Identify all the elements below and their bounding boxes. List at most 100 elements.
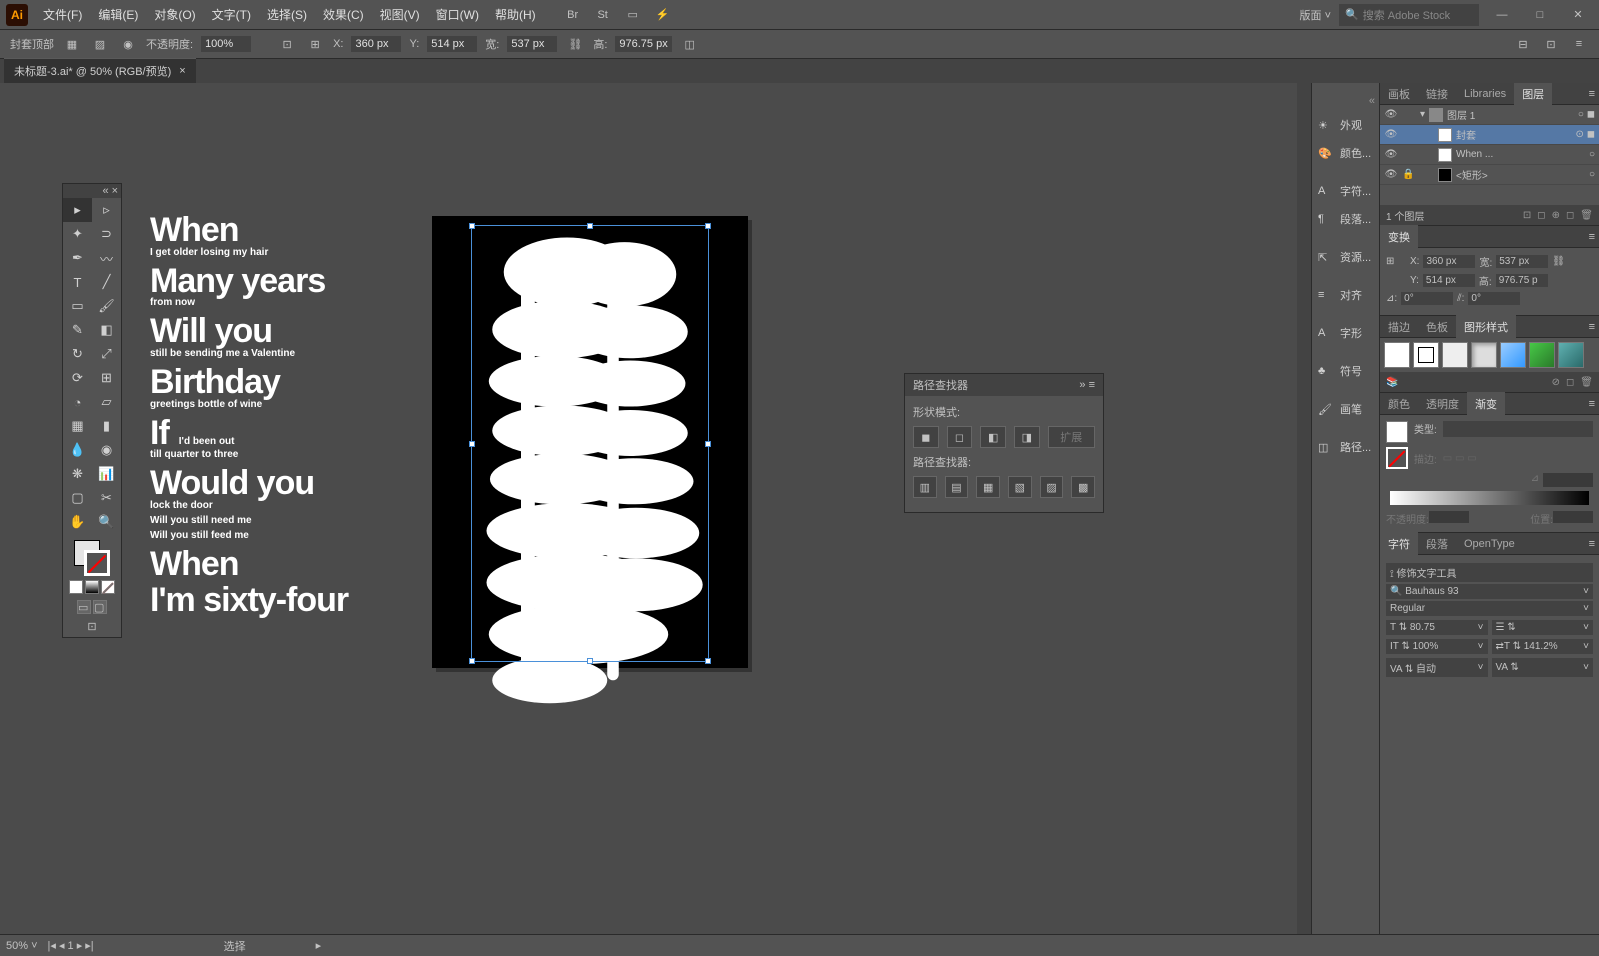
layer-row[interactable]: 👁封套⊙ ◼: [1380, 125, 1599, 145]
menu-view[interactable]: 视图(V): [373, 2, 427, 27]
delete-layer-icon[interactable]: 🗑: [1580, 210, 1593, 221]
reference-point-widget[interactable]: ⊞: [1386, 256, 1406, 267]
delete-style-icon[interactable]: 🗑: [1580, 377, 1593, 388]
selection-tool[interactable]: ▸: [63, 198, 92, 222]
lasso-tool[interactable]: ⊃: [92, 222, 121, 246]
line-tool[interactable]: ╱: [92, 270, 121, 294]
rotate-input[interactable]: 0°: [1401, 292, 1453, 305]
pf-menu-icon[interactable]: ≡: [1089, 379, 1095, 391]
color-panel-button[interactable]: 🎨颜色...: [1312, 139, 1379, 167]
tab-gradient[interactable]: 渐变: [1467, 392, 1505, 416]
tab-libraries[interactable]: Libraries: [1456, 84, 1514, 104]
search-stock[interactable]: 🔍 搜索 Adobe Stock: [1339, 4, 1479, 26]
new-layer-icon[interactable]: ◻: [1566, 210, 1574, 221]
status-arrow-icon[interactable]: ▸: [316, 939, 322, 952]
tab-artboards[interactable]: 画板: [1380, 83, 1418, 106]
visibility-icon[interactable]: 👁: [1384, 129, 1398, 140]
fill-stroke-swatch[interactable]: [74, 540, 110, 576]
new-sublayer-icon[interactable]: ⊕: [1552, 210, 1560, 221]
shear-input[interactable]: 0°: [1468, 292, 1520, 305]
align-panel-button[interactable]: ≡对齐: [1312, 281, 1379, 309]
touch-type-button[interactable]: ⟟ 修饰文字工具: [1386, 563, 1593, 582]
graphic-style-item[interactable]: [1558, 342, 1584, 368]
recolor-icon[interactable]: ◉: [118, 34, 138, 54]
type-tool[interactable]: T: [63, 270, 92, 294]
transform-menu-icon[interactable]: ≡: [1585, 231, 1599, 243]
graphic-style-item[interactable]: [1413, 342, 1439, 368]
width-tool[interactable]: ⟳: [63, 366, 92, 390]
transform-w-input[interactable]: 537 px: [1496, 255, 1548, 268]
stroke-grad-option-icon[interactable]: ▭ ▭ ▭: [1443, 453, 1477, 464]
maximize-button[interactable]: □: [1525, 5, 1555, 25]
align-icon[interactable]: ⊟: [1513, 34, 1533, 54]
leading-input[interactable]: ☰ ⇅˅: [1492, 620, 1594, 635]
layer-row[interactable]: 👁▾图层 1○ ◼: [1380, 105, 1599, 125]
graphic-style-item[interactable]: [1384, 342, 1410, 368]
pathfinder-panel-button[interactable]: ◫路径...: [1312, 433, 1379, 461]
grad-angle-input[interactable]: [1543, 473, 1593, 487]
graphic-style-item[interactable]: [1529, 342, 1555, 368]
tracking-input[interactable]: VA ⇅˅: [1492, 658, 1594, 677]
reference-point-icon[interactable]: ⊞: [305, 34, 325, 54]
menu-type[interactable]: 文字(T): [205, 2, 258, 27]
pf-collapse-icon[interactable]: »: [1079, 379, 1085, 391]
constrain-icon[interactable]: ◫: [680, 34, 700, 54]
new-style-icon[interactable]: ◻: [1566, 377, 1574, 388]
menu-window[interactable]: 窗口(W): [429, 2, 486, 27]
menu-select[interactable]: 选择(S): [260, 2, 314, 27]
visibility-icon[interactable]: 👁: [1384, 149, 1398, 160]
strip-collapse-icon[interactable]: «: [1312, 95, 1379, 111]
blend-tool[interactable]: ◉: [92, 438, 121, 462]
symbol-sprayer-tool[interactable]: ❋: [63, 462, 92, 486]
scrollbar-vertical[interactable]: [1297, 83, 1311, 934]
pen-tool[interactable]: ✒: [63, 246, 92, 270]
layer-row[interactable]: 👁When ...○: [1380, 145, 1599, 165]
brush-panel-button[interactable]: 🖌画笔: [1312, 395, 1379, 423]
workspace-switcher[interactable]: 版面 ˅: [1300, 7, 1331, 23]
rotate-tool[interactable]: ↻: [63, 342, 92, 366]
free-transform-tool[interactable]: ⊞: [92, 366, 121, 390]
tab-swatches[interactable]: 色板: [1418, 315, 1456, 339]
transform-panel-icon[interactable]: ⊡: [1541, 34, 1561, 54]
w-input[interactable]: 537 px: [507, 36, 557, 52]
opacity-input[interactable]: 100%: [201, 36, 251, 52]
tab-close-icon[interactable]: ×: [179, 65, 185, 77]
kerning-input[interactable]: VA ⇅ 自动˅: [1386, 658, 1488, 677]
gradient-tool[interactable]: ▮: [92, 414, 121, 438]
layers-menu-icon[interactable]: ≡: [1585, 88, 1599, 100]
crop-button[interactable]: ▧: [1008, 476, 1032, 498]
mesh-tool[interactable]: ▦: [63, 414, 92, 438]
font-size-input[interactable]: T ⇅ 80.75 ˅: [1386, 620, 1488, 635]
locate-layer-icon[interactable]: ⊡: [1523, 210, 1531, 221]
minimize-button[interactable]: —: [1487, 5, 1517, 25]
eraser-tool[interactable]: ◧: [92, 318, 121, 342]
shape-builder-tool[interactable]: ◔: [63, 390, 92, 414]
graphic-style-item[interactable]: [1442, 342, 1468, 368]
exclude-button[interactable]: ◨: [1014, 426, 1040, 448]
gradient-fill-swatch[interactable]: [1386, 421, 1408, 443]
minus-back-button[interactable]: ▩: [1071, 476, 1095, 498]
gradient-menu-icon[interactable]: ≡: [1585, 398, 1599, 410]
menu-edit[interactable]: 编辑(E): [91, 2, 145, 27]
make-clip-icon[interactable]: ◻: [1537, 210, 1545, 221]
grad-opacity-input[interactable]: [1429, 511, 1469, 523]
transform-x-input[interactable]: 360 px: [1423, 255, 1475, 268]
curvature-tool[interactable]: 〰: [92, 246, 121, 270]
transform-icon[interactable]: ⊡: [277, 34, 297, 54]
zoom-tool[interactable]: 🔍: [92, 510, 121, 534]
stock-icon[interactable]: St: [593, 5, 613, 25]
tab-color[interactable]: 颜色: [1380, 392, 1418, 416]
graph-tool[interactable]: 📊: [92, 462, 121, 486]
gradient-mode-icon[interactable]: [85, 580, 99, 594]
tab-graphic-styles[interactable]: 图形样式: [1456, 315, 1516, 339]
gradient-type-select[interactable]: [1443, 421, 1593, 437]
appearance-panel-button[interactable]: ☀外观: [1312, 111, 1379, 139]
unite-button[interactable]: ◼: [913, 426, 939, 448]
char-menu-icon[interactable]: ≡: [1585, 538, 1599, 550]
intersect-button[interactable]: ◧: [980, 426, 1006, 448]
tab-opentype[interactable]: OpenType: [1456, 534, 1523, 554]
document-tab[interactable]: 未标题-3.ai* @ 50% (RGB/预览) ×: [4, 58, 196, 83]
outline-button[interactable]: ▨: [1040, 476, 1064, 498]
brush-tool[interactable]: 🖌: [92, 294, 121, 318]
gradient-slider[interactable]: [1390, 491, 1589, 505]
